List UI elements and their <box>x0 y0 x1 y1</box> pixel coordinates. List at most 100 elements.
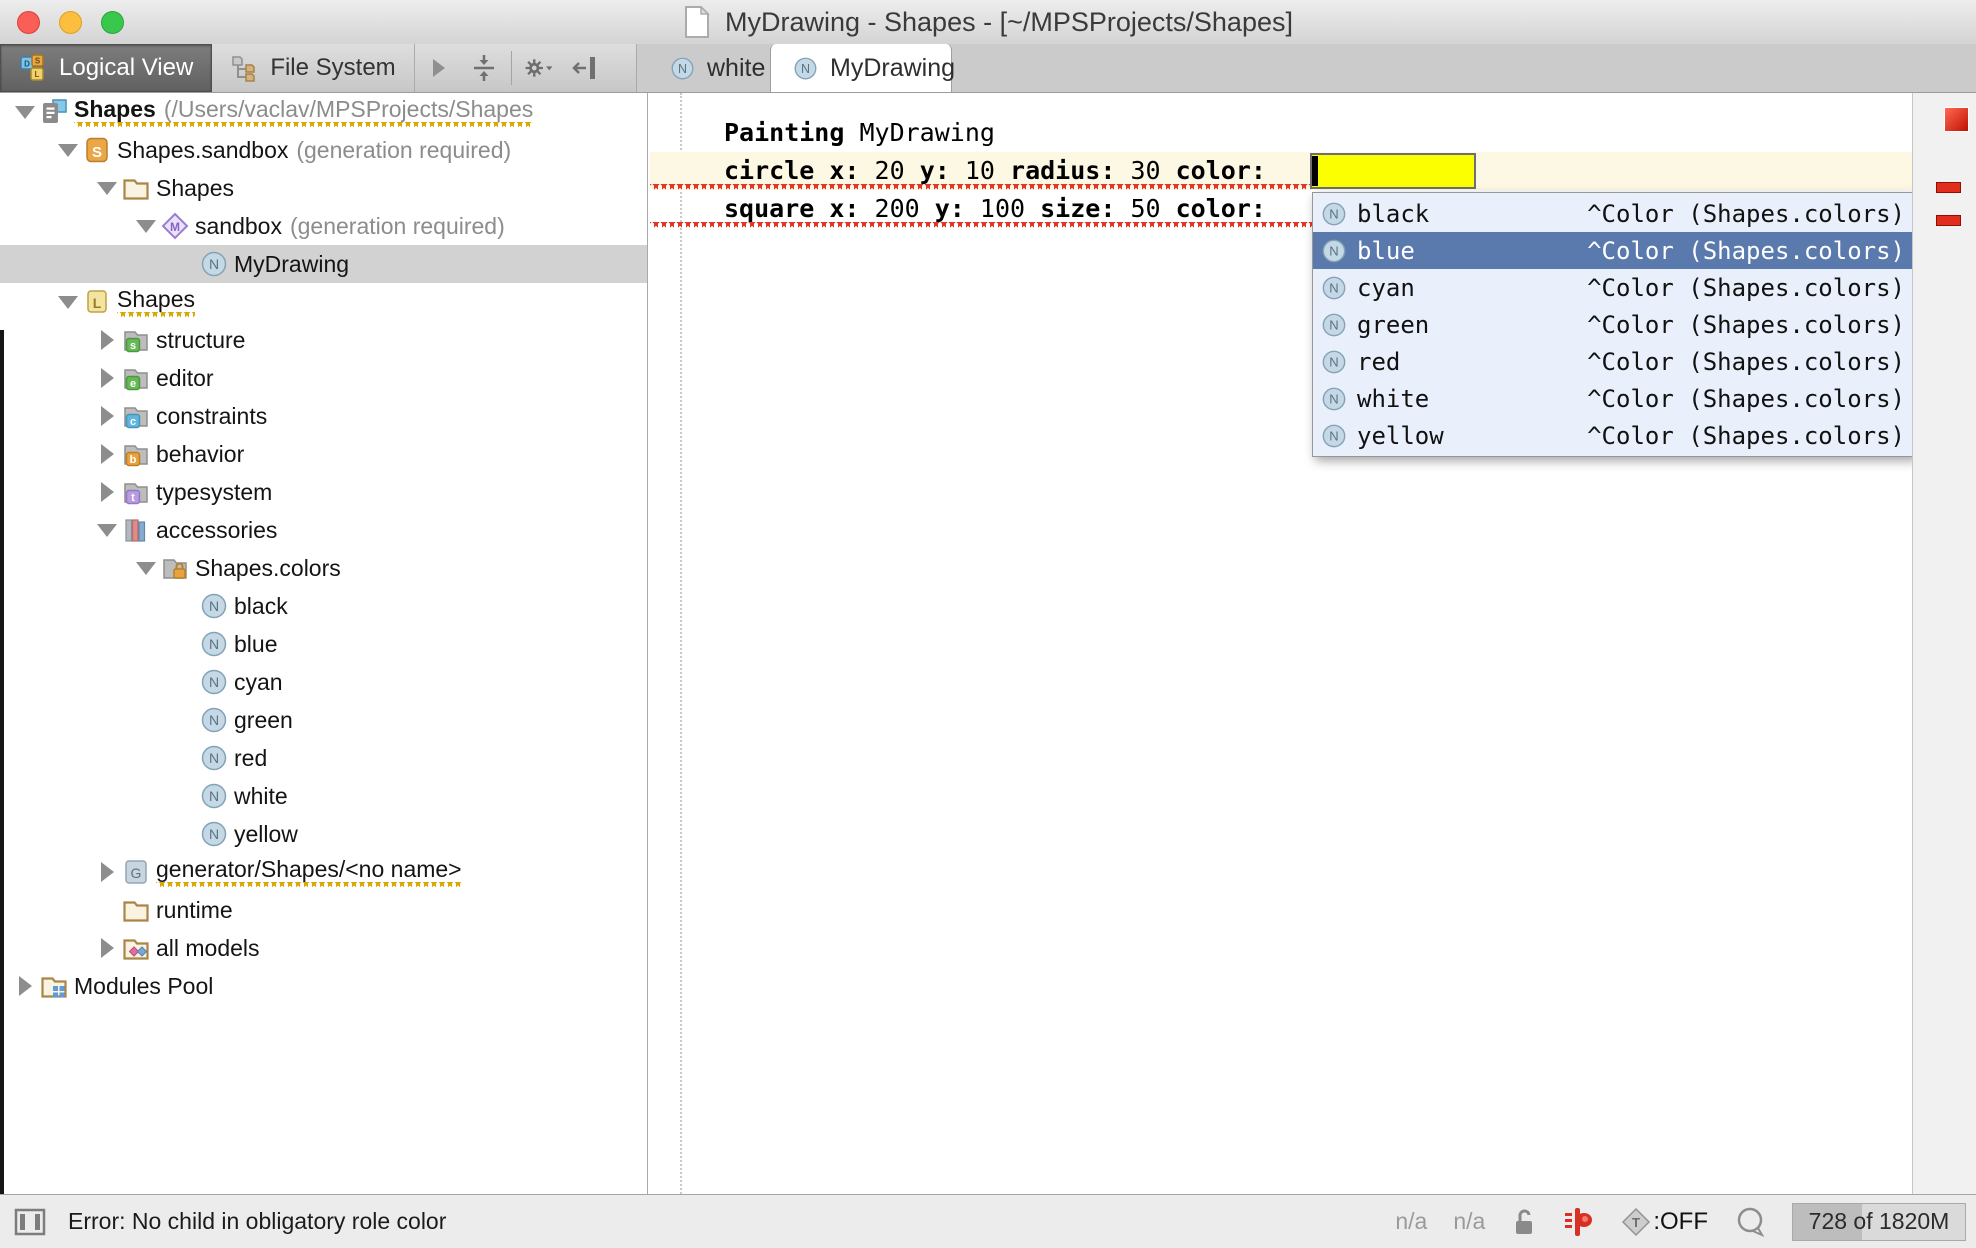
completion-item-type: ^Color (Shapes.colors) <box>1587 348 1905 376</box>
feedback-bubble-icon[interactable] <box>1734 1206 1766 1238</box>
node-icon: N <box>1321 238 1347 264</box>
expand-arrow-icon[interactable] <box>94 330 120 350</box>
editor-tab-mydrawing[interactable]: NMyDrawing <box>770 44 952 92</box>
completion-item-red[interactable]: Nred^Color (Shapes.colors) <box>1313 343 1915 380</box>
expand-arrow-icon[interactable] <box>94 368 120 388</box>
unlock-icon[interactable] <box>1511 1207 1537 1237</box>
folder-icon <box>122 174 150 202</box>
collapse-arrow-icon[interactable] <box>55 144 81 157</box>
highlight-level-icon[interactable]: T <box>1621 1207 1651 1237</box>
tree-item-generator-shapes-no-name[interactable]: Ggenerator/Shapes/<no name> <box>0 853 647 891</box>
tree-item-label: Shapes <box>117 286 195 318</box>
tree-item-label: constraints <box>156 403 267 430</box>
tree-item-label: blue <box>234 631 277 658</box>
tree-item-shapes[interactable]: LShapes <box>0 283 647 321</box>
tree-item-mydrawing[interactable]: NMyDrawing <box>0 245 647 283</box>
close-button[interactable] <box>17 11 40 34</box>
editor-margin-line <box>680 93 682 1194</box>
completion-item-black[interactable]: Nblack^Color (Shapes.colors) <box>1313 195 1915 232</box>
mps-ide-window: MyDrawing - Shapes - [~/MPSProjects/Shap… <box>0 0 1976 1248</box>
tree-item-shapes-sandbox[interactable]: SShapes.sandbox(generation required) <box>0 131 647 169</box>
node-icon: N <box>200 820 228 848</box>
tree-item-sandbox[interactable]: Msandbox(generation required) <box>0 207 647 245</box>
editor-tab-white[interactable]: Nwhite <box>648 44 760 92</box>
collapse-arrow-icon[interactable] <box>94 182 120 195</box>
tree-item-label: cyan <box>234 669 283 696</box>
memory-indicator[interactable]: 728 of 1820M <box>1792 1203 1966 1241</box>
typesystem-aspect-icon: t <box>122 478 150 506</box>
collapse-arrow-icon[interactable] <box>12 106 38 119</box>
inline-editing-cell[interactable] <box>1310 153 1476 189</box>
collapse-arrow-icon[interactable] <box>133 220 159 233</box>
expand-arrow-icon[interactable] <box>94 444 120 464</box>
settings-gear-button[interactable] <box>516 44 562 92</box>
tree-item-editor[interactable]: eeditor <box>0 359 647 397</box>
tree-item-behavior[interactable]: bbehavior <box>0 435 647 473</box>
svg-text:S: S <box>92 144 102 161</box>
svg-text:s: s <box>130 340 136 352</box>
completion-item-name: green <box>1357 311 1429 339</box>
completion-item-cyan[interactable]: Ncyan^Color (Shapes.colors) <box>1313 269 1915 306</box>
tree-item-blue[interactable]: Nblue <box>0 625 647 663</box>
expand-arrow-icon[interactable] <box>94 938 120 958</box>
svg-text:t: t <box>131 492 135 504</box>
svg-text:N: N <box>1329 243 1338 258</box>
svg-text:G: G <box>131 865 142 881</box>
svg-text:N: N <box>1329 280 1338 295</box>
error-stripe-mark[interactable] <box>1936 182 1961 193</box>
svg-text:N: N <box>1329 428 1338 443</box>
errors-present-indicator[interactable] <box>1944 107 1969 132</box>
hide-panel-button[interactable] <box>562 44 608 92</box>
tree-item-shapes[interactable]: Shapes <box>0 169 647 207</box>
expand-arrow-icon[interactable] <box>12 976 38 996</box>
node-icon: N <box>1321 386 1347 412</box>
expand-arrow-icon[interactable] <box>94 482 120 502</box>
tree-item-red[interactable]: Nred <box>0 739 647 777</box>
completion-item-name: red <box>1357 348 1400 376</box>
node-icon: N <box>670 56 695 81</box>
collapse-arrow-icon[interactable] <box>55 296 81 309</box>
expand-arrow-icon[interactable] <box>94 862 120 882</box>
tree-item-black[interactable]: Nblack <box>0 587 647 625</box>
tree-item-shapes[interactable]: Shapes(/Users/vaclav/MPSProjects/Shapes <box>0 93 647 131</box>
tree-item-typesystem[interactable]: ttypesystem <box>0 473 647 511</box>
editor-line-1[interactable]: Painting MyDrawing <box>724 114 995 152</box>
status-bar: Error: No child in obligatory role color… <box>0 1194 1976 1248</box>
completion-item-yellow[interactable]: Nyellow^Color (Shapes.colors) <box>1313 417 1915 454</box>
svg-text:S: S <box>35 57 41 66</box>
inspections-hector-icon[interactable] <box>1563 1206 1595 1238</box>
completion-item-blue[interactable]: Nblue^Color (Shapes.colors) <box>1313 232 1915 269</box>
expand-arrow-icon[interactable] <box>94 406 120 426</box>
completion-item-white[interactable]: Nwhite^Color (Shapes.colors) <box>1313 380 1915 417</box>
tree-item-cyan[interactable]: Ncyan <box>0 663 647 701</box>
collapse-arrow-icon[interactable] <box>94 524 120 537</box>
node-icon: N <box>793 56 818 81</box>
tree-item-white[interactable]: Nwhite <box>0 777 647 815</box>
tree-item-label: green <box>234 707 293 734</box>
tree-item-label: all models <box>156 935 260 962</box>
tree-item-constraints[interactable]: cconstraints <box>0 397 647 435</box>
solution-icon: S <box>83 136 111 164</box>
tree-item-shapes-colors[interactable]: Shapes.colors <box>0 549 647 587</box>
view-tab-logical-view[interactable]: DSLLogical View <box>0 44 212 92</box>
tree-item-runtime[interactable]: runtime <box>0 891 647 929</box>
collapse-all-button[interactable] <box>461 44 507 92</box>
tree-item-yellow[interactable]: Nyellow <box>0 815 647 853</box>
memory-text: 728 of 1820M <box>1809 1208 1950 1235</box>
minimize-button[interactable] <box>59 11 82 34</box>
tree-item-structure[interactable]: sstructure <box>0 321 647 359</box>
tree-item-accessories[interactable]: accessories <box>0 511 647 549</box>
completion-item-green[interactable]: Ngreen^Color (Shapes.colors) <box>1313 306 1915 343</box>
toggle-tool-windows-icon[interactable] <box>14 1207 46 1237</box>
editor-tab-label: white <box>707 54 765 83</box>
error-stripe-mark[interactable] <box>1936 215 1961 226</box>
play-arrow-button[interactable] <box>415 44 461 92</box>
view-tab-file-system[interactable]: File System <box>212 44 414 92</box>
tree-item-label: white <box>234 783 288 810</box>
tree-item-modules-pool[interactable]: Modules Pool <box>0 967 647 1005</box>
tree-item-green[interactable]: Ngreen <box>0 701 647 739</box>
completion-item-name: blue <box>1357 237 1415 265</box>
zoom-button[interactable] <box>101 11 124 34</box>
tree-item-all-models[interactable]: all models <box>0 929 647 967</box>
collapse-arrow-icon[interactable] <box>133 562 159 575</box>
